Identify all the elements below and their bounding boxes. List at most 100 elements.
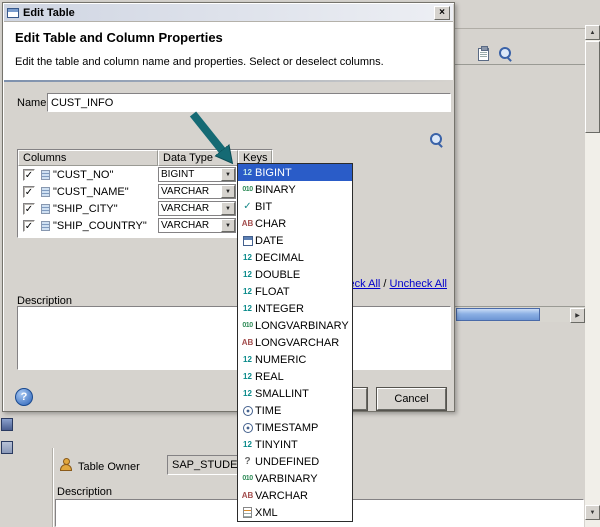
dropdown-item[interactable]: 12DOUBLE <box>238 266 352 283</box>
timestamp-icon <box>243 423 253 433</box>
table-row[interactable]: ✓ "CUST_NAME" VARCHAR▼ <box>18 183 272 200</box>
dropdown-item-label: REAL <box>255 371 284 383</box>
dropdown-item[interactable]: ABCHAR <box>238 215 352 232</box>
table-row[interactable]: ✓ "CUST_NO" BIGINT▼ <box>18 166 272 183</box>
combo-arrow-icon[interactable]: ▼ <box>221 185 235 198</box>
dialog-titlebar[interactable]: Edit Table × <box>4 4 453 22</box>
person-icon <box>60 458 72 471</box>
dropdown-item-label: TIMESTAMP <box>255 422 318 434</box>
numeric-icon: 12 <box>243 253 252 262</box>
dropdown-item[interactable]: ?UNDEFINED <box>238 453 352 470</box>
column-name: "CUST_NAME" <box>53 186 129 198</box>
dropdown-item[interactable]: ABVARCHAR <box>238 487 352 504</box>
dropdown-item-label: UNDEFINED <box>255 456 319 468</box>
dropdown-item[interactable]: 010BINARY <box>238 181 352 198</box>
column-checkbox[interactable]: ✓ <box>23 169 35 181</box>
column-name: "CUST_NO" <box>53 169 113 181</box>
dropdown-item[interactable]: ✓BIT <box>238 198 352 215</box>
cancel-button[interactable]: Cancel <box>377 388 446 410</box>
dropdown-item[interactable]: 12REAL <box>238 368 352 385</box>
vertical-scrollbar[interactable]: ▲ ▼ <box>585 25 600 527</box>
column-checkbox[interactable]: ✓ <box>23 220 35 232</box>
header-columns[interactable]: Columns <box>18 150 158 166</box>
dropdown-item[interactable]: 12FLOAT <box>238 283 352 300</box>
dropdown-item[interactable]: TIMESTAMP <box>238 419 352 436</box>
bg-divider <box>52 448 54 527</box>
dropdown-item[interactable]: DATE <box>238 232 352 249</box>
column-name: "SHIP_COUNTRY" <box>53 220 147 232</box>
data-type-cell: VARCHAR▼ <box>158 183 238 200</box>
data-type-value: VARCHAR <box>159 219 221 232</box>
magnifier-icon[interactable] <box>497 45 515 63</box>
dialog-subtext: Edit the table and column name and prope… <box>15 56 384 68</box>
clipboard-icon[interactable] <box>474 45 492 63</box>
dropdown-item-label: FLOAT <box>255 286 290 298</box>
numeric-icon: 12 <box>243 270 252 279</box>
numeric-icon: 12 <box>243 372 252 381</box>
name-input[interactable] <box>47 93 451 112</box>
data-type-value: VARCHAR <box>159 202 221 215</box>
char-icon: AB <box>242 219 254 228</box>
vertical-scroll-thumb[interactable] <box>585 41 600 133</box>
dropdown-item-label: DATE <box>255 235 284 247</box>
scroll-right-button[interactable]: ▶ <box>570 308 585 323</box>
dropdown-item[interactable]: 12INTEGER <box>238 300 352 317</box>
column-cell: ✓ "SHIP_CITY" <box>18 200 158 217</box>
column-icon <box>41 170 50 180</box>
bg-description-label: Description <box>57 486 112 498</box>
dropdown-item-label: DOUBLE <box>255 269 300 281</box>
char-icon: AB <box>242 491 254 500</box>
column-checkbox[interactable]: ✓ <box>23 203 35 215</box>
search-icon[interactable] <box>430 133 444 147</box>
table-row[interactable]: ✓ "SHIP_COUNTRY" VARCHAR▼ <box>18 217 272 234</box>
dropdown-item[interactable]: 12NUMERIC <box>238 351 352 368</box>
data-type-cell: BIGINT▼ <box>158 166 238 183</box>
data-type-combo[interactable]: VARCHAR▼ <box>158 201 236 216</box>
column-name: "SHIP_CITY" <box>53 203 118 215</box>
data-type-combo[interactable]: VARCHAR▼ <box>158 184 236 199</box>
dropdown-item[interactable]: 12DECIMAL <box>238 249 352 266</box>
dropdown-item[interactable]: 010VARBINARY <box>238 470 352 487</box>
dropdown-item-label: NUMERIC <box>255 354 306 366</box>
data-type-cell: VARCHAR▼ <box>158 217 238 234</box>
dropdown-item[interactable]: 010LONGVARBINARY <box>238 317 352 334</box>
minimized-view-icon-2[interactable] <box>1 441 13 454</box>
table-icon <box>7 8 19 18</box>
combo-arrow-icon[interactable]: ▼ <box>221 202 235 215</box>
header-data-type[interactable]: Data Type <box>158 150 238 166</box>
combo-arrow-icon[interactable]: ▼ <box>221 168 235 181</box>
horizontal-scrollbar[interactable]: ▶ <box>455 306 585 322</box>
dropdown-item[interactable]: 12SMALLINT <box>238 385 352 402</box>
clipboard-icon-glyph <box>478 48 489 61</box>
minimized-view-icon[interactable] <box>1 418 13 431</box>
help-button[interactable]: ? <box>15 388 33 406</box>
close-button[interactable]: × <box>434 6 450 20</box>
column-icon <box>41 204 50 214</box>
dropdown-item-label: XML <box>255 507 278 519</box>
table-row[interactable]: ✓ "SHIP_CITY" VARCHAR▼ <box>18 200 272 217</box>
dropdown-item-label: TINYINT <box>255 439 298 451</box>
header-separator <box>4 80 453 82</box>
numeric-icon: 12 <box>243 168 252 177</box>
dropdown-item[interactable]: TIME <box>238 402 352 419</box>
dropdown-item[interactable]: ABLONGVARCHAR <box>238 334 352 351</box>
column-icon <box>41 187 50 197</box>
column-checkbox[interactable]: ✓ <box>23 186 35 198</box>
dropdown-item[interactable]: 12BIGINT <box>238 164 352 181</box>
data-type-combo[interactable]: BIGINT▼ <box>158 167 236 182</box>
dropdown-item-label: VARBINARY <box>255 473 318 485</box>
combo-arrow-icon[interactable]: ▼ <box>221 219 235 232</box>
dropdown-item[interactable]: XML <box>238 504 352 521</box>
column-cell: ✓ "SHIP_COUNTRY" <box>18 217 158 234</box>
scroll-down-button[interactable]: ▼ <box>585 505 600 520</box>
description-textarea[interactable] <box>17 306 451 370</box>
data-type-combo[interactable]: VARCHAR▼ <box>158 218 236 233</box>
scroll-up-button[interactable]: ▲ <box>585 25 600 40</box>
dropdown-item[interactable]: 12TINYINT <box>238 436 352 453</box>
binary-icon: 010 <box>242 186 252 193</box>
uncheck-all-link[interactable]: Uncheck All <box>390 278 447 290</box>
horizontal-scroll-thumb[interactable] <box>456 308 540 321</box>
column-cell: ✓ "CUST_NAME" <box>18 183 158 200</box>
dropdown-item-label: BIT <box>255 201 272 213</box>
edit-table-dialog: Edit Table × Edit Table and Column Prope… <box>2 2 455 412</box>
